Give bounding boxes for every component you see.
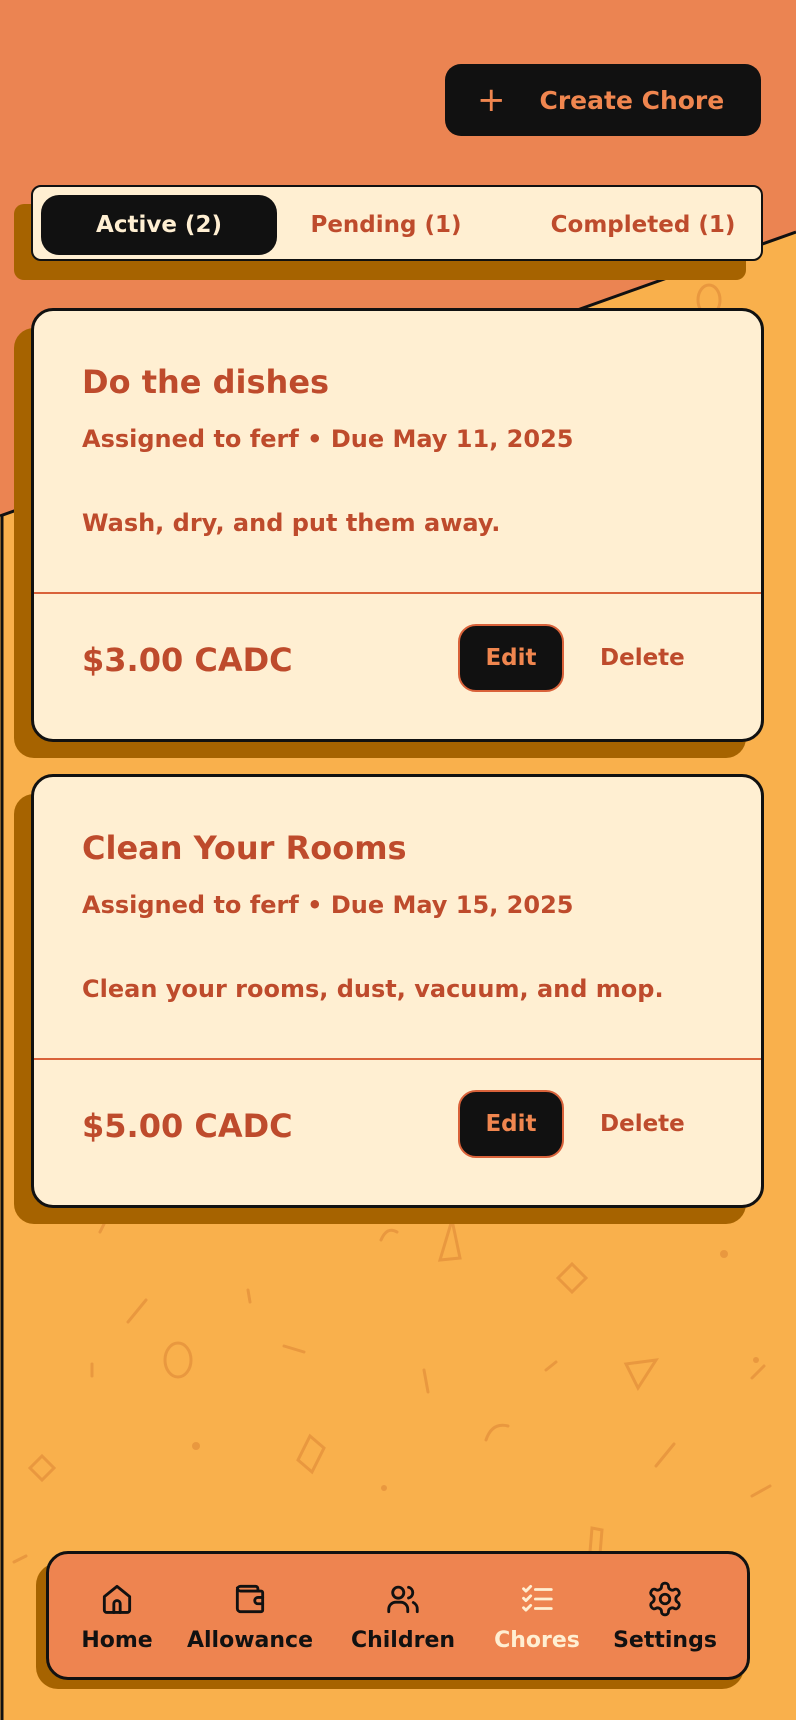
edit-button[interactable]: Edit: [458, 1090, 564, 1158]
chore-description: Wash, dry, and put them away.: [82, 509, 501, 537]
nav-label: Allowance: [186, 1628, 314, 1653]
delete-button[interactable]: Delete: [600, 1090, 685, 1158]
gear-icon: [649, 1581, 681, 1617]
chore-card: Do the dishes Assigned to ferf • Due May…: [31, 308, 764, 742]
tab-completed-label: Completed (1): [550, 212, 736, 238]
nav-item-chores[interactable]: Chores: [467, 1580, 607, 1653]
plus-icon: +: [477, 80, 506, 120]
chore-card: Clean Your Rooms Assigned to ferf • Due …: [31, 774, 764, 1208]
create-chore-button[interactable]: + Create Chore: [445, 64, 761, 136]
nav-item-home[interactable]: Home: [47, 1580, 187, 1653]
tab-completed[interactable]: Completed (1): [533, 195, 753, 255]
chore-description: Clean your rooms, dust, vacuum, and mop.: [82, 975, 664, 1003]
create-chore-label: Create Chore: [539, 85, 725, 115]
chore-amount: $3.00 CADC: [82, 641, 293, 679]
nav-item-settings[interactable]: Settings: [595, 1580, 735, 1653]
chore-amount: $5.00 CADC: [82, 1107, 293, 1145]
delete-button[interactable]: Delete: [600, 624, 685, 692]
tab-pending[interactable]: Pending (1): [277, 195, 495, 255]
users-icon: [387, 1585, 419, 1614]
nav-label: Chores: [494, 1628, 580, 1653]
checklist-icon: [522, 1584, 553, 1612]
chores-screen: + Create Chore Active (2) Pending (1) Co…: [0, 0, 796, 1720]
nav-label: Children: [350, 1628, 456, 1653]
home-icon: [102, 1584, 132, 1614]
chore-meta: Assigned to ferf • Due May 11, 2025: [82, 425, 574, 453]
wallet-icon: [235, 1584, 265, 1614]
nav-label: Home: [81, 1628, 153, 1653]
chore-title: Do the dishes: [82, 363, 330, 401]
status-tabs: Active (2) Pending (1) Completed (1): [31, 185, 763, 261]
card-divider: [34, 1058, 761, 1060]
bottom-nav: Home Allowance Children Chores Settings: [46, 1551, 750, 1680]
card-divider: [34, 592, 761, 594]
nav-item-allowance[interactable]: Allowance: [180, 1580, 320, 1653]
chore-meta: Assigned to ferf • Due May 15, 2025: [82, 891, 574, 919]
tab-active-label: Active (2): [96, 212, 222, 238]
nav-label: Settings: [613, 1628, 717, 1653]
edit-button[interactable]: Edit: [458, 624, 564, 692]
tab-active[interactable]: Active (2): [41, 195, 277, 255]
tab-pending-label: Pending (1): [310, 212, 462, 238]
chore-title: Clean Your Rooms: [82, 829, 407, 867]
nav-item-children[interactable]: Children: [333, 1580, 473, 1653]
